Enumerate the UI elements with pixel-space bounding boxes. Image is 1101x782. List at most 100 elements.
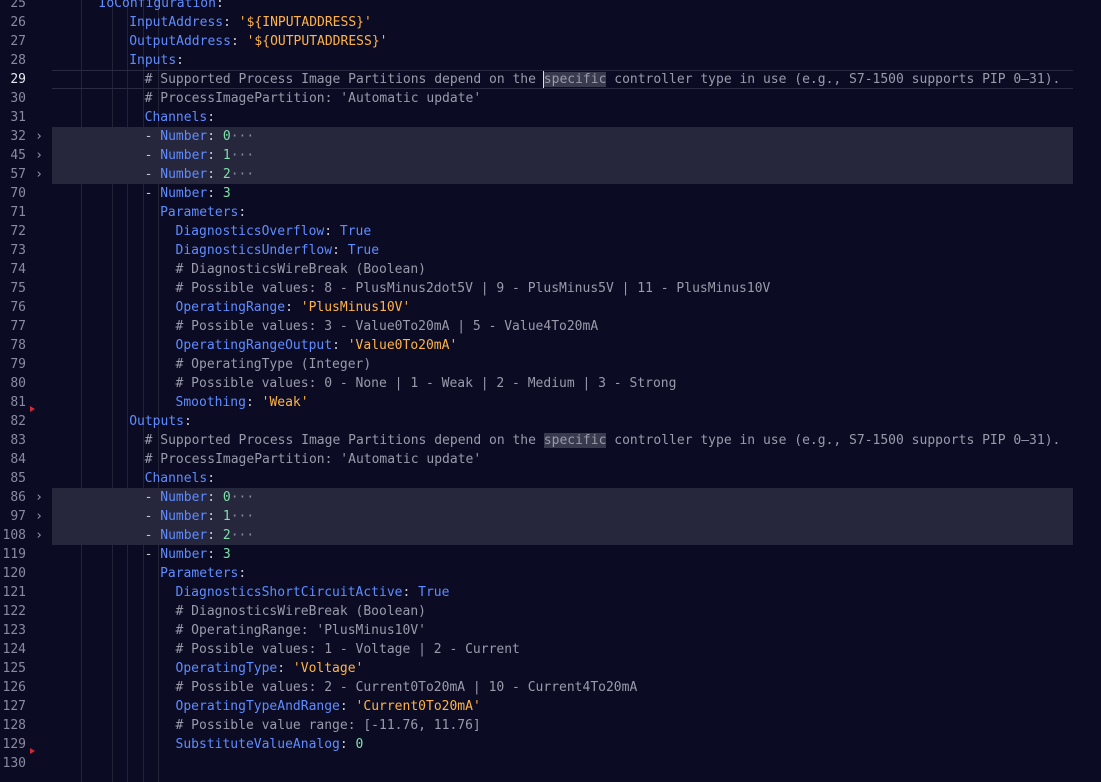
code-line[interactable]: 26 InputAddress: '${INPUTADDRESS}' — [0, 13, 1101, 32]
chevron-right-icon[interactable]: › — [33, 146, 45, 165]
line-number[interactable]: 31 — [0, 108, 26, 127]
code-line[interactable]: 81 Smoothing: 'Weak' — [0, 393, 1101, 412]
line-number[interactable]: 120 — [0, 564, 26, 583]
code-line[interactable]: 30 # ProcessImagePartition: 'Automatic up… — [0, 89, 1101, 108]
chevron-right-icon[interactable]: › — [33, 507, 45, 526]
code-token: # Possible values: 3 - Value0To20mA | 5 … — [175, 319, 599, 334]
code-line[interactable]: 125 OperatingType: 'Voltage' — [0, 659, 1101, 678]
code-line[interactable]: 79 # OperatingType (Integer) — [0, 355, 1101, 374]
line-number[interactable]: 75 — [0, 279, 26, 298]
line-number[interactable]: 32 — [0, 127, 26, 146]
line-number[interactable]: 130 — [0, 754, 26, 773]
line-number[interactable]: 25 — [0, 0, 26, 13]
code-token: Number — [160, 167, 208, 182]
line-number[interactable]: 108 — [0, 526, 26, 545]
line-number[interactable]: 79 — [0, 355, 26, 374]
line-number[interactable]: 28 — [0, 51, 26, 70]
chevron-right-icon[interactable]: › — [33, 488, 45, 507]
line-number[interactable]: 76 — [0, 298, 26, 317]
code-line[interactable]: 57 › - Number: 2··· — [0, 165, 1101, 184]
line-number[interactable]: 86 — [0, 488, 26, 507]
code-line[interactable]: 130 — [0, 748, 1101, 773]
line-number[interactable]: 119 — [0, 545, 26, 564]
line-number[interactable]: 78 — [0, 336, 26, 355]
code-line[interactable]: 128 # Possible value range: [-11.76, 11.7… — [0, 716, 1101, 735]
line-number[interactable]: 125 — [0, 659, 26, 678]
line-number[interactable]: 81 — [0, 393, 26, 412]
line-code: # Supported Process Image Partitions dep… — [145, 70, 1060, 89]
code-line[interactable]: 28 Inputs: — [0, 51, 1101, 70]
line-number[interactable]: 122 — [0, 602, 26, 621]
code-token: : — [245, 395, 262, 410]
code-line[interactable]: 124 # Possible values: 1 - Voltage | 2 - … — [0, 640, 1101, 659]
code-line[interactable]: 31 Channels: — [0, 108, 1101, 127]
chevron-right-icon[interactable]: › — [33, 165, 45, 184]
code-line[interactable]: 129 SubstituteValueAnalog: 0 — [0, 735, 1101, 754]
code-line[interactable]: 32 › - Number: 0··· — [0, 127, 1101, 146]
code-line[interactable]: 74 # DiagnosticsWireBreak (Boolean) — [0, 260, 1101, 279]
line-number[interactable]: 45 — [0, 146, 26, 165]
line-number[interactable]: 97 — [0, 507, 26, 526]
code-line[interactable]: 78 OperatingRangeOutput: 'Value0To20mA' — [0, 336, 1101, 355]
code-line[interactable]: 25 IoConfiguration: — [0, 0, 1101, 13]
code-line[interactable]: 75 # Possible values: 8 - PlusMinus2dot5V… — [0, 279, 1101, 298]
line-number[interactable]: 27 — [0, 32, 26, 51]
code-line[interactable]: 72 DiagnosticsOverflow: True — [0, 222, 1101, 241]
line-number[interactable]: 80 — [0, 374, 26, 393]
line-number[interactable]: 124 — [0, 640, 26, 659]
line-number[interactable]: 72 — [0, 222, 26, 241]
line-number[interactable]: 128 — [0, 716, 26, 735]
code-line[interactable]: 45 › - Number: 1··· — [0, 146, 1101, 165]
line-number[interactable]: 123 — [0, 621, 26, 640]
code-line[interactable]: 86 › - Number: 0··· — [0, 488, 1101, 507]
code-line[interactable]: 71 Parameters: — [0, 203, 1101, 222]
line-number[interactable]: 30 — [0, 89, 26, 108]
line-number[interactable]: 129 — [0, 735, 26, 754]
line-number[interactable]: 126 — [0, 678, 26, 697]
code-token: : — [215, 0, 224, 11]
line-number[interactable]: 70 — [0, 184, 26, 203]
code-line[interactable]: 127 OperatingTypeAndRange: 'Current0To20m… — [0, 697, 1101, 716]
code-line[interactable]: 77 # Possible values: 3 - Value0To20mA | … — [0, 317, 1101, 336]
code-line[interactable]: 70 - Number: 3 — [0, 184, 1101, 203]
line-number[interactable]: 29 — [0, 70, 26, 89]
code-token: - — [144, 129, 161, 144]
code-editor[interactable]: 25 IoConfiguration: 26 InputAddress: '${IN… — [0, 0, 1101, 782]
line-code: - Number: 2··· — [145, 165, 255, 184]
code-line[interactable]: 119 - Number: 3 — [0, 545, 1101, 564]
line-number[interactable]: 83 — [0, 431, 26, 450]
code-line[interactable]: 76 OperatingRange: 'PlusMinus10V' — [0, 298, 1101, 317]
code-line[interactable]: 122 # DiagnosticsWireBreak (Boolean) — [0, 602, 1101, 621]
code-line[interactable]: 82 Outputs: — [0, 406, 1101, 431]
code-token: - — [144, 547, 161, 562]
line-number[interactable]: 82 — [0, 412, 26, 431]
chevron-right-icon[interactable]: › — [33, 127, 45, 146]
line-number[interactable]: 57 — [0, 165, 26, 184]
line-number[interactable]: 84 — [0, 450, 26, 469]
breakpoint-marker-icon[interactable] — [30, 748, 35, 754]
code-line[interactable]: 85 Channels: — [0, 469, 1101, 488]
line-number[interactable]: 127 — [0, 697, 26, 716]
code-line[interactable]: 97 › - Number: 1··· — [0, 507, 1101, 526]
code-line[interactable]: 108 › - Number: 2··· — [0, 526, 1101, 545]
code-line[interactable]: 123 # OperatingRange: 'PlusMinus10V' — [0, 621, 1101, 640]
code-line[interactable]: 73 DiagnosticsUnderflow: True — [0, 241, 1101, 260]
line-number[interactable]: 26 — [0, 13, 26, 32]
code-line[interactable]: 80 # Possible values: 0 - None | 1 - Weak… — [0, 374, 1101, 393]
line-code: Smoothing: 'Weak' — [176, 393, 309, 412]
line-number[interactable]: 74 — [0, 260, 26, 279]
code-line[interactable]: 29 # Supported Process Image Partitions d… — [0, 70, 1101, 89]
code-line[interactable]: 83 # Supported Process Image Partitions d… — [0, 431, 1101, 450]
line-number[interactable]: 85 — [0, 469, 26, 488]
code-line[interactable]: 126 # Possible values: 2 - Current0To20mA… — [0, 678, 1101, 697]
breakpoint-marker-icon[interactable] — [30, 406, 35, 412]
code-line[interactable]: 120 Parameters: — [0, 564, 1101, 583]
code-line[interactable]: 27 OutputAddress: '${OUTPUTADDRESS}' — [0, 32, 1101, 51]
line-number[interactable]: 73 — [0, 241, 26, 260]
code-line[interactable]: 121 DiagnosticsShortCircuitActive: True — [0, 583, 1101, 602]
chevron-right-icon[interactable]: › — [33, 526, 45, 545]
line-number[interactable]: 77 — [0, 317, 26, 336]
line-number[interactable]: 71 — [0, 203, 26, 222]
line-number[interactable]: 121 — [0, 583, 26, 602]
code-line[interactable]: 84 # ProcessImagePartition: 'Automatic up… — [0, 450, 1101, 469]
